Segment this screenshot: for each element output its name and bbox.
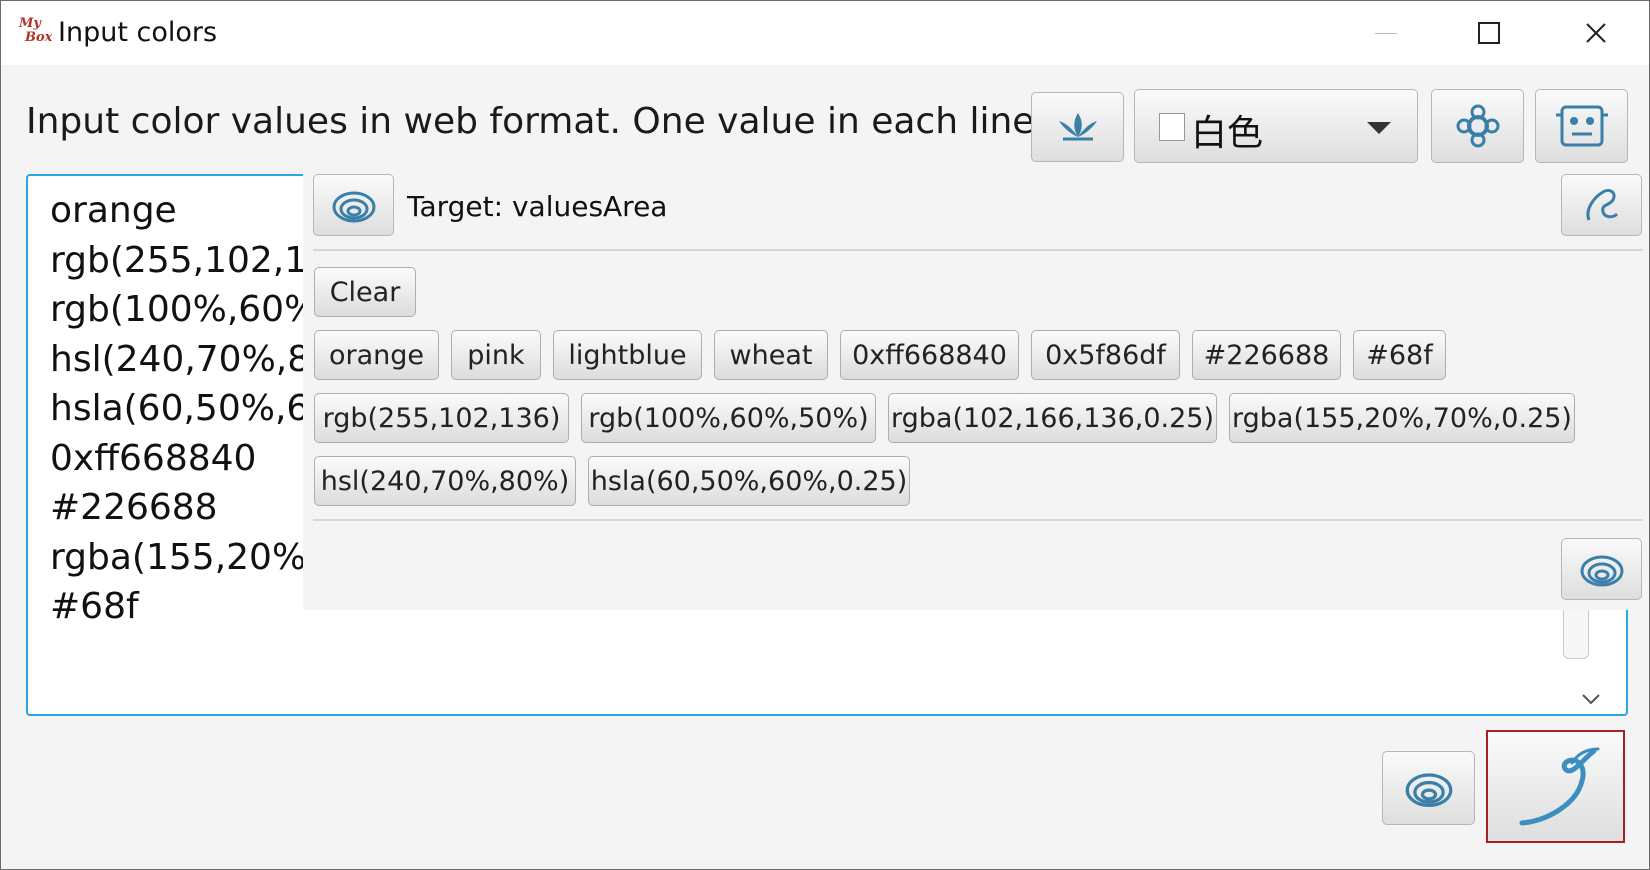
value-line: rgb(100%,60%, (50, 289, 330, 330)
swirl-icon (332, 191, 375, 223)
value-line: rgba(155,20%,7 (50, 536, 341, 578)
input-colors-window: My Box Input colors Input color values i… (0, 0, 1650, 870)
examples-popup (303, 174, 1649, 610)
lotus-icon (1058, 113, 1097, 141)
app-logo: My Box (19, 17, 53, 49)
color-select[interactable]: 白色 (1134, 89, 1418, 163)
color-example-chip[interactable]: rgba(155,20%,70%,0.25) (1229, 393, 1575, 443)
window-title: Input colors (58, 17, 218, 48)
color-swatch (1159, 113, 1185, 141)
color-example-chip[interactable]: hsl(240,70%,80%) (314, 456, 576, 506)
menu-button[interactable] (1535, 89, 1628, 163)
instruction-label: Input color values in web format. One va… (26, 101, 1046, 142)
color-example-chip[interactable]: lightblue (553, 330, 702, 380)
maximize-button[interactable] (1439, 1, 1539, 65)
color-example-chip[interactable]: 0x5f86df (1031, 330, 1180, 380)
title-bar: My Box Input colors (1, 1, 1649, 65)
popup-bottom-history-button[interactable] (1561, 538, 1642, 600)
color-example-chip[interactable]: #226688 (1192, 330, 1341, 380)
minimize-icon (1375, 32, 1397, 34)
popup-history-button[interactable] (313, 174, 394, 236)
maximize-icon (1478, 22, 1500, 44)
value-line: hsl(240,70%,80 (50, 338, 334, 380)
color-example-chip[interactable]: orange (314, 330, 439, 380)
color-example-chip[interactable]: rgb(255,102,136) (314, 393, 569, 443)
color-example-chip[interactable]: #68f (1353, 330, 1446, 380)
color-example-chip[interactable]: hsla(60,50%,60%,0.25) (588, 456, 910, 506)
palette-button[interactable] (1031, 92, 1124, 162)
clear-button[interactable]: Clear (314, 267, 416, 317)
divider (313, 519, 1643, 521)
value-line: hsla(60,50%,60 (50, 388, 333, 429)
wave-icon (1586, 188, 1618, 221)
value-line: #226688 (50, 487, 218, 528)
options-button[interactable] (1431, 89, 1524, 163)
target-label: Target: valuesArea (407, 190, 668, 223)
close-button[interactable] (1546, 1, 1646, 65)
value-line: orange (50, 190, 177, 231)
color-example-chip[interactable]: wheat (714, 330, 828, 380)
history-button[interactable] (1382, 751, 1475, 825)
values-lines: orange rgb(255,102,13 rgb(100%,60%, hsl(240… (50, 186, 341, 632)
logo-text-bottom: Box (25, 30, 53, 45)
value-line: #68f (50, 586, 139, 627)
scroll-down-icon[interactable] (1579, 687, 1603, 711)
close-icon (1586, 23, 1606, 43)
minimize-button[interactable] (1336, 1, 1436, 65)
logo-text-top: My (19, 16, 41, 31)
color-example-chip[interactable]: rgb(100%,60%,50%) (581, 393, 876, 443)
mask-icon (1555, 105, 1608, 147)
popup-close-button[interactable] (1561, 174, 1642, 236)
color-example-chip[interactable]: pink (451, 330, 541, 380)
swirl-icon (1580, 555, 1623, 587)
value-line: 0xff668840 (50, 437, 257, 479)
ok-button[interactable] (1486, 730, 1625, 843)
color-example-chip[interactable]: rgba(102,166,136,0.25) (888, 393, 1217, 443)
selected-color-label: 白色 (1191, 113, 1264, 154)
ok-wave-icon (1519, 747, 1599, 825)
color-example-chip[interactable]: 0xff668840 (840, 330, 1019, 380)
knot-icon (1456, 104, 1499, 148)
chevron-down-icon (1367, 122, 1391, 134)
swirl-icon (1405, 773, 1452, 808)
value-line: rgb(255,102,13 (50, 239, 331, 281)
divider (313, 249, 1643, 251)
